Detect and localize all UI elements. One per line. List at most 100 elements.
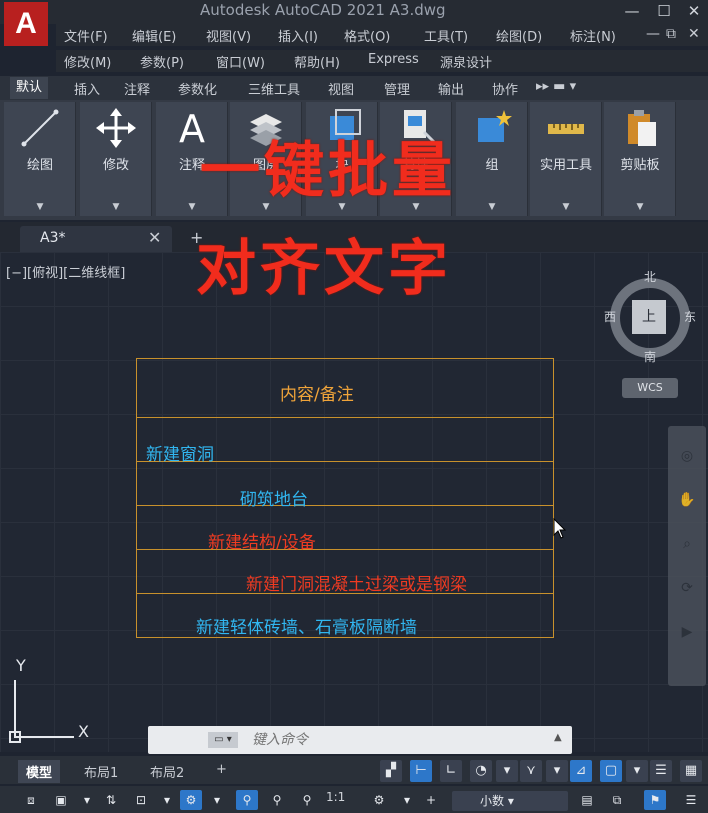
chevron-down-icon[interactable]: ▼: [604, 202, 676, 212]
annotate-plus-icon[interactable]: +: [420, 790, 442, 810]
command-input[interactable]: [252, 729, 542, 751]
auto-scale-icon[interactable]: ⚲: [266, 790, 288, 810]
table-row[interactable]: 新建结构/设备: [208, 528, 316, 553]
menu-view[interactable]: 视图(V): [206, 26, 251, 45]
menu-yuanquan[interactable]: 源泉设计: [440, 52, 492, 71]
dynamic-input-icon[interactable]: ⇅: [100, 790, 122, 810]
panel-modify[interactable]: 修改 ▼: [80, 102, 152, 216]
chevron-down-icon[interactable]: ▾: [396, 790, 418, 810]
orbit-icon[interactable]: ⟳: [677, 578, 697, 598]
selection-cycling-icon[interactable]: ⧈: [20, 790, 42, 810]
ortho-icon[interactable]: ∟: [440, 760, 462, 782]
menu-express[interactable]: Express: [368, 52, 419, 67]
panel-utilities[interactable]: 实用工具 ▼: [530, 102, 602, 216]
close-icon[interactable]: ✕: [148, 228, 161, 247]
minimize-button[interactable]: —: [618, 0, 646, 22]
tab-parametric[interactable]: 参数化: [178, 79, 217, 98]
grid-snap-icon[interactable]: ⊢: [410, 760, 432, 782]
snap-tracking-icon[interactable]: ⊿: [570, 760, 592, 782]
compass-east[interactable]: 东: [684, 308, 696, 325]
chevron-up-icon[interactable]: ▲: [554, 732, 562, 743]
chevron-down-icon[interactable]: ▼: [456, 202, 528, 212]
units-dropdown[interactable]: 小数 ▾: [452, 791, 568, 811]
command-history-icon[interactable]: ▭ ▾: [208, 732, 238, 748]
menu-file[interactable]: 文件(F): [64, 26, 108, 45]
tab-annotate[interactable]: 注释: [124, 79, 150, 98]
table-row[interactable]: 新建门洞混凝土过梁或是钢梁: [246, 570, 467, 595]
panel-draw[interactable]: 绘图 ▼: [4, 102, 76, 216]
menu-window[interactable]: 窗口(W): [216, 52, 265, 71]
tab-layout1[interactable]: 布局1: [76, 760, 126, 783]
polar-tracking-icon[interactable]: ◔: [470, 760, 492, 782]
workspace-gear-icon[interactable]: ⚙: [368, 790, 390, 810]
viewport-controls[interactable]: [−][俯视][二维线框]: [6, 262, 125, 281]
pan-icon[interactable]: ✋: [677, 490, 697, 510]
tab-3d-tools[interactable]: 三维工具: [248, 79, 300, 98]
object-snap-icon[interactable]: ⋎: [520, 760, 542, 782]
compass-north[interactable]: 北: [644, 268, 656, 285]
panel-groups[interactable]: 组 ▼: [456, 102, 528, 216]
doc-minimize-button[interactable]: —: [646, 26, 660, 42]
menu-help[interactable]: 帮助(H): [294, 52, 340, 71]
compass-south[interactable]: 南: [644, 348, 656, 365]
3d-osnap-icon[interactable]: ▣: [50, 790, 72, 810]
transparency-icon[interactable]: ▦: [680, 760, 702, 782]
add-layout-button[interactable]: +: [208, 760, 235, 779]
full-navigation-wheel-icon[interactable]: ◎: [677, 446, 697, 466]
chevron-down-icon[interactable]: ▾: [156, 790, 178, 810]
model-space-icon[interactable]: ▞: [380, 760, 402, 782]
annotation-monitor-icon[interactable]: ⊡: [130, 790, 152, 810]
menu-dimension[interactable]: 标注(N): [570, 26, 616, 45]
graphics-performance-icon[interactable]: ⚑: [644, 790, 666, 810]
table-row[interactable]: 新建轻体砖墙、石膏板隔断墙: [196, 613, 417, 638]
close-button[interactable]: ✕: [680, 0, 708, 22]
compass-west[interactable]: 西: [604, 308, 616, 325]
zoom-icon[interactable]: ⌕: [677, 534, 697, 554]
menu-insert[interactable]: 插入(I): [278, 26, 318, 45]
autocad-logo[interactable]: A: [4, 2, 48, 46]
chevron-down-icon[interactable]: ▼: [4, 202, 76, 212]
menu-tools[interactable]: 工具(T): [424, 26, 468, 45]
tab-collaborate[interactable]: 协作: [492, 79, 518, 98]
chevron-down-icon[interactable]: ▼: [530, 202, 602, 212]
lock-ui-icon[interactable]: ⧉: [606, 790, 628, 810]
lineweight-icon[interactable]: ☰: [650, 760, 672, 782]
more-tabs-icon[interactable]: ▸▸ ▬ ▾: [536, 79, 576, 94]
dynamic-ucs-icon[interactable]: ▢: [600, 760, 622, 782]
quick-properties-icon[interactable]: ▤: [576, 790, 598, 810]
table-row[interactable]: 新建窗洞: [146, 440, 214, 465]
viewcube-face[interactable]: 上: [632, 300, 666, 334]
menu-params[interactable]: 参数(P): [140, 52, 184, 71]
tab-layout2[interactable]: 布局2: [142, 760, 192, 783]
tab-manage[interactable]: 管理: [384, 79, 410, 98]
chevron-down-icon[interactable]: ▾: [206, 790, 228, 810]
doc-restore-button[interactable]: ⧉: [666, 26, 676, 42]
tab-view[interactable]: 视图: [328, 79, 354, 98]
chevron-down-icon[interactable]: ▾: [546, 760, 568, 782]
annotation-scale-icon[interactable]: ⚲: [296, 790, 318, 810]
tab-output[interactable]: 输出: [438, 79, 464, 98]
chevron-down-icon[interactable]: ▾: [76, 790, 98, 810]
menu-edit[interactable]: 编辑(E): [132, 26, 176, 45]
tab-model[interactable]: 模型: [18, 760, 61, 783]
customization-menu-icon[interactable]: ☰: [680, 790, 702, 810]
chevron-down-icon[interactable]: ▾: [496, 760, 518, 782]
panel-clipboard[interactable]: 剪贴板 ▼: [604, 102, 676, 216]
doc-close-button[interactable]: ✕: [688, 26, 700, 42]
table-row[interactable]: 砌筑地台: [240, 485, 308, 510]
maximize-button[interactable]: ☐: [650, 0, 678, 22]
tab-default[interactable]: 默认: [10, 77, 49, 99]
document-tab[interactable]: A3* ✕: [20, 226, 172, 252]
menu-draw[interactable]: 绘图(D): [496, 26, 542, 45]
menu-format[interactable]: 格式(O): [344, 26, 390, 45]
tab-insert[interactable]: 插入: [74, 79, 100, 98]
chevron-down-icon[interactable]: ▾: [626, 760, 648, 782]
showmotion-icon[interactable]: ▶: [677, 622, 697, 642]
chevron-down-icon[interactable]: ▼: [80, 202, 152, 212]
table-header[interactable]: 内容/备注: [280, 380, 354, 405]
annotation-scale-value[interactable]: 1:1: [326, 790, 345, 804]
isodraft-icon[interactable]: ⚙: [180, 790, 202, 810]
annotation-visibility-icon[interactable]: ⚲: [236, 790, 258, 810]
menu-modify[interactable]: 修改(M): [64, 52, 111, 71]
wcs-menu[interactable]: WCS: [622, 378, 678, 398]
